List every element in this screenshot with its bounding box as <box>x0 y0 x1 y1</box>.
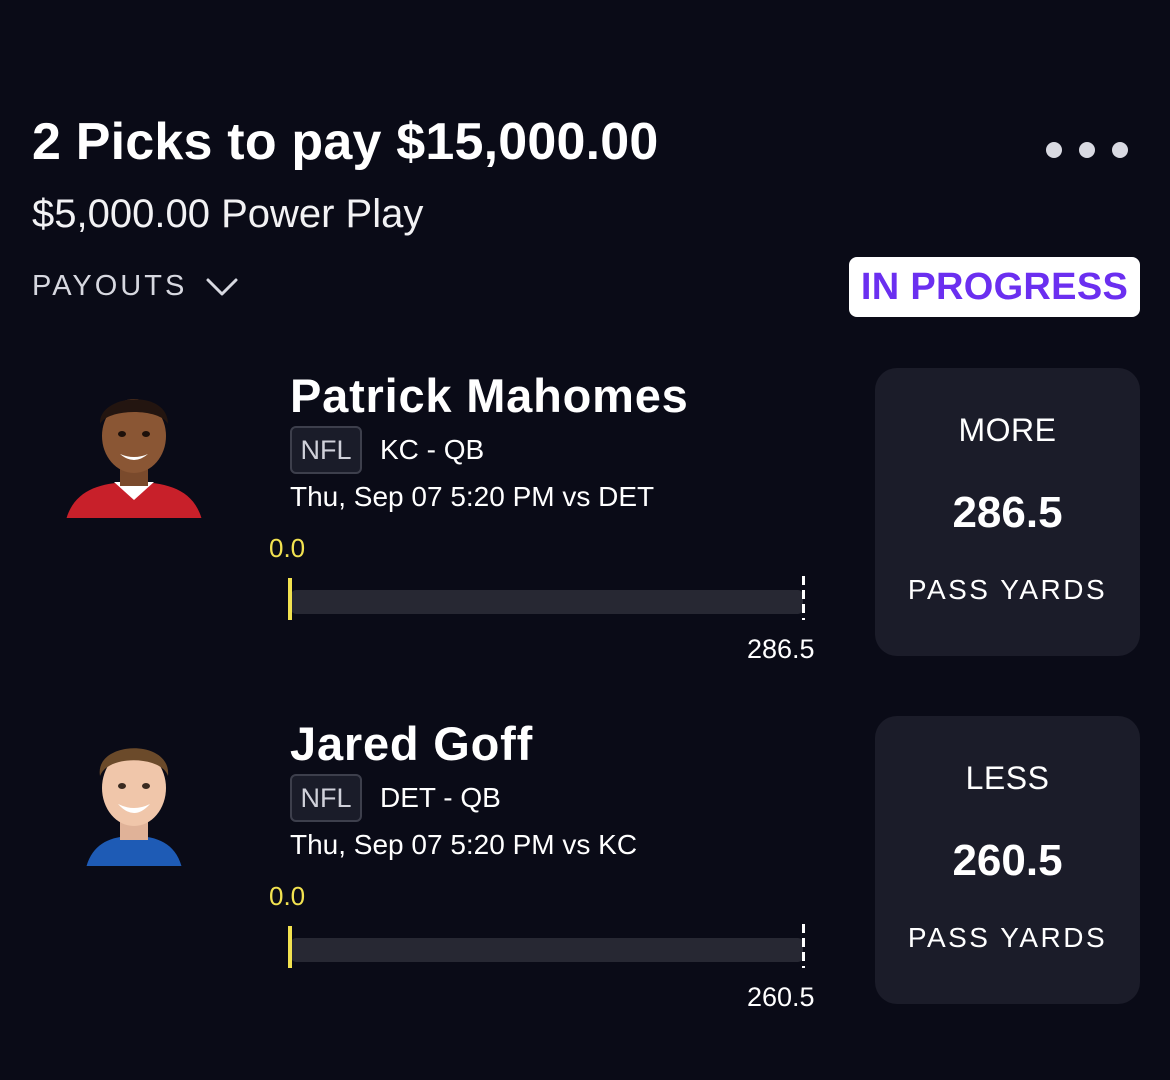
game-time: Thu, Sep 07 5:20 PM vs DET <box>290 481 655 512</box>
league-badge: NFL <box>290 774 362 822</box>
player-name: Patrick Mahomes <box>290 369 689 422</box>
payouts-label: PAYOUTS <box>32 270 188 302</box>
target-marker <box>802 576 805 620</box>
team-position: KC - QB <box>380 434 485 465</box>
current-stat-value: 0.0 <box>269 533 306 563</box>
stat-type: PASS YARDS <box>907 922 1108 953</box>
player-avatar <box>86 748 182 866</box>
entry-subtitle: $5,000.00 Power Play <box>32 192 424 236</box>
team-position: DET - QB <box>380 782 501 813</box>
stat-type: PASS YARDS <box>907 574 1108 605</box>
chevron-down-icon <box>206 278 238 295</box>
pick-direction: LESS <box>965 760 1050 796</box>
more-options-button[interactable] <box>1046 136 1146 164</box>
start-marker <box>288 926 292 968</box>
more-horizontal-icon <box>1046 142 1062 158</box>
start-marker <box>288 578 292 620</box>
league-badge: NFL <box>290 426 362 474</box>
more-horizontal-icon <box>1112 142 1128 158</box>
progress-bar <box>291 590 803 614</box>
target-value: 260.5 <box>747 982 815 1012</box>
more-horizontal-icon <box>1079 142 1095 158</box>
entry-title: 2 Picks to pay $15,000.00 <box>32 113 659 171</box>
pick-direction: MORE <box>958 412 1057 448</box>
status-badge: IN PROGRESS <box>849 257 1140 317</box>
progress-bar <box>291 938 803 962</box>
pick-card[interactable]: Jared Goff NFL DET - QB Thu, Sep 07 5:20… <box>0 716 1170 1036</box>
pick-card[interactable]: Patrick Mahomes NFL KC - QB Thu, Sep 07 … <box>0 368 1170 688</box>
target-marker <box>802 924 805 968</box>
game-time: Thu, Sep 07 5:20 PM vs KC <box>290 829 638 860</box>
current-stat-value: 0.0 <box>269 881 306 911</box>
projection-card: LESS 260.5 PASS YARDS <box>875 716 1140 1004</box>
projection-card: MORE 286.5 PASS YARDS <box>875 368 1140 656</box>
target-value: 286.5 <box>747 634 815 664</box>
player-avatar <box>66 399 202 518</box>
line-value: 286.5 <box>952 488 1063 537</box>
payouts-toggle[interactable]: PAYOUTS <box>32 270 239 303</box>
player-name: Jared Goff <box>290 717 534 770</box>
entry-screen: 2 Picks to pay $15,000.00 $5,000.00 Powe… <box>0 0 1170 1080</box>
line-value: 260.5 <box>952 836 1063 885</box>
